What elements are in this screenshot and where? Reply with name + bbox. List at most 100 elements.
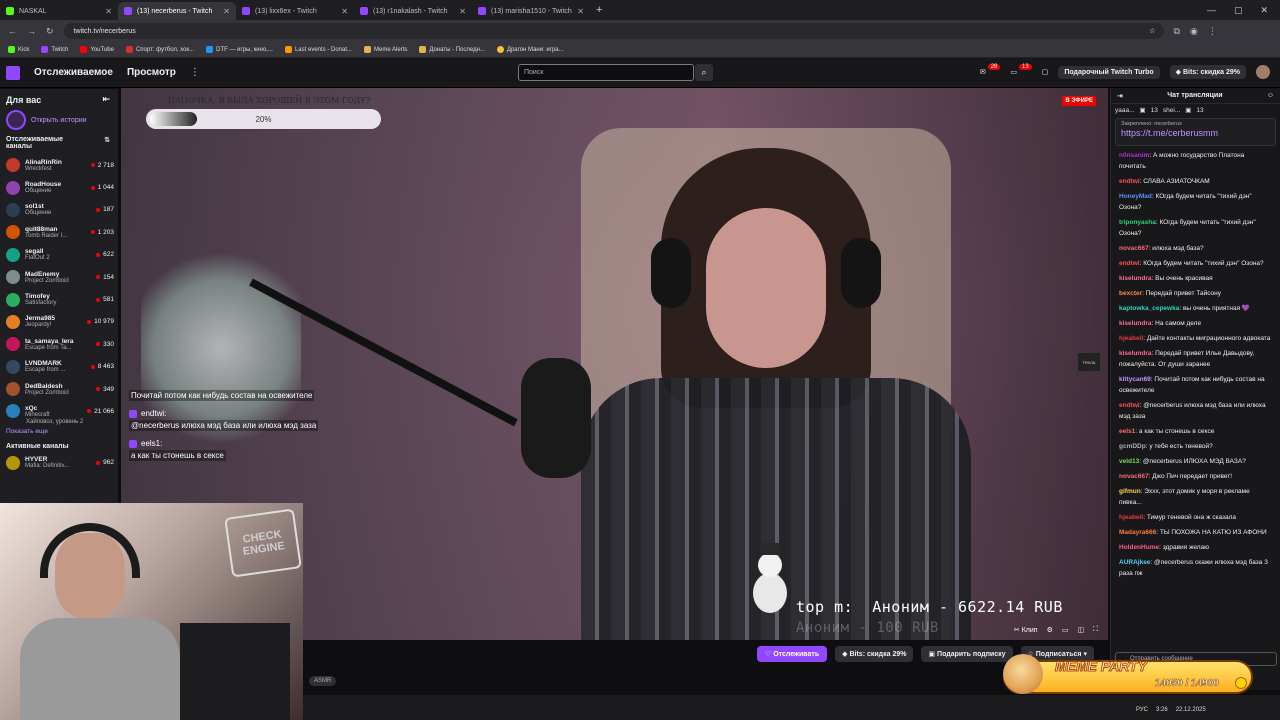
chat-username[interactable]: n0nsanim <box>1119 152 1149 159</box>
minimize-icon[interactable]: — <box>1207 5 1216 16</box>
pinned-message[interactable]: Закреплено: necerberus https://t.me/cerb… <box>1115 118 1276 146</box>
clip-button[interactable]: ✂ Клип <box>1014 626 1038 634</box>
chat-username[interactable]: kiselundra <box>1119 350 1152 357</box>
sidebar-channel[interactable]: HYVER Mafia: Definitiv... 962 <box>0 452 118 474</box>
bookmark-item[interactable]: Донаты - Последн... <box>419 46 485 53</box>
whispers-icon[interactable]: ▢ <box>1042 68 1049 76</box>
nav-following[interactable]: Отслеживаемое <box>34 67 113 78</box>
chat-username[interactable]: bexcter <box>1119 290 1142 297</box>
forward-icon[interactable]: → <box>27 26 36 36</box>
close-icon[interactable]: ✕ <box>459 7 466 16</box>
pinned-link[interactable]: https://t.me/cerberusmm <box>1121 128 1270 138</box>
chat-username[interactable]: Madayra666 <box>1119 529 1156 536</box>
browser-tab[interactable]: (13) r1nakalash - Twitch ✕ <box>354 2 472 20</box>
chat-username[interactable]: novac667 <box>1119 245 1149 252</box>
close-window-icon[interactable]: ✕ <box>1260 5 1268 16</box>
chat-username[interactable]: hjeabeil <box>1119 335 1143 342</box>
chat-text: : Вы очень красивая <box>1151 275 1213 282</box>
gift-sub-button[interactable]: ▣ Подарить подписку <box>921 646 1013 662</box>
chat-username[interactable]: kiselundra <box>1119 275 1152 282</box>
sort-icon[interactable]: ⇅ <box>104 136 110 150</box>
show-more-link[interactable]: Показать еще <box>0 425 118 441</box>
chat-username[interactable]: AURAjkee <box>1119 559 1150 566</box>
theatre-mode-icon[interactable]: ▭ <box>1062 626 1069 634</box>
extensions-icon[interactable]: ⧉ <box>1174 26 1180 37</box>
stories-button[interactable]: Открыть истории <box>0 108 118 132</box>
bookmark-item[interactable]: Драгон Мани: игра... <box>496 46 564 53</box>
settings-gear-icon[interactable]: ⚙ <box>1047 626 1053 634</box>
collapse-sidebar-icon[interactable]: ⇤ <box>102 94 110 105</box>
chat-username[interactable]: novac667 <box>1119 473 1149 480</box>
collapse-chat-icon[interactable]: ⇥ <box>1117 92 1123 100</box>
notifications-icon[interactable]: ▭ <box>1010 68 1017 76</box>
menu-icon[interactable]: ⋮ <box>1208 26 1217 37</box>
search-input[interactable]: Поиск <box>518 64 694 81</box>
chat-username[interactable]: endtwi <box>1119 402 1140 409</box>
url-field[interactable]: twitch.tv/necerberus ☆ <box>63 23 1164 39</box>
bits-sale-button[interactable]: ◆ Bits: скидка 29% <box>835 646 914 662</box>
sidebar-channel[interactable]: Jerma985 Jeopardy! 10 979 <box>0 311 118 333</box>
inbox-icon[interactable]: ✉ <box>980 68 986 76</box>
chat-username[interactable]: HoldenHume <box>1119 544 1159 551</box>
chat-username[interactable]: HoneyMad <box>1119 193 1152 200</box>
gift-turbo-button[interactable]: Подарочный Twitch Turbo <box>1058 65 1160 79</box>
chat-username[interactable]: eels1 <box>1119 428 1135 435</box>
bookmark-item[interactable]: Спорт: футбол, хок... <box>125 46 194 53</box>
chat-username[interactable]: kaptowka_cepewka <box>1119 305 1179 312</box>
clock-time: 3:26 <box>1156 707 1168 713</box>
search-icon[interactable]: ⌕ <box>695 64 713 81</box>
nav-browse[interactable]: Просмотр <box>127 67 176 78</box>
sidebar-channel[interactable]: segall FlatOut 2 622 <box>0 244 118 266</box>
popout-icon[interactable]: ◫ <box>1077 626 1084 634</box>
browser-tab[interactable]: (13) lixx6ex - Twitch ✕ <box>236 2 354 20</box>
chat-username[interactable]: gifmun <box>1119 488 1141 495</box>
sidebar-channel[interactable]: Timofey Satisfactory 581 <box>0 288 118 310</box>
close-icon[interactable]: ✕ <box>105 7 112 16</box>
bookmark-item[interactable]: Kick <box>8 46 29 53</box>
sidebar-channel[interactable]: LVNDMARK Escape from ... 8 463 <box>0 356 118 378</box>
new-tab-button[interactable]: + <box>590 4 608 16</box>
profile-icon[interactable]: ◉ <box>1190 26 1198 37</box>
stream-tag[interactable]: ASMR <box>309 676 337 686</box>
bookmark-item[interactable]: Meme Alerts <box>364 46 407 53</box>
close-icon[interactable]: ✕ <box>577 7 584 16</box>
chat-username[interactable]: veld13 <box>1119 458 1139 465</box>
bits-button[interactable]: ◆ Bits: скидка 29% <box>1169 65 1246 79</box>
bookmark-item[interactable]: Twitch <box>41 46 68 53</box>
chat-username[interactable]: endtwi <box>1119 178 1140 185</box>
back-icon[interactable]: ← <box>8 26 17 36</box>
browser-tab[interactable]: (13) marisha1510 - Twitch ✕ <box>472 2 590 20</box>
browser-tab[interactable]: (13) necerberus - Twitch ✕ <box>118 2 236 20</box>
twitch-logo-icon[interactable] <box>6 65 20 80</box>
sidebar-channel[interactable]: quit88man Tomb Raider I... 1 203 <box>0 221 118 243</box>
chat-username[interactable]: kiselundra <box>1119 320 1152 327</box>
fullscreen-icon[interactable]: ⛶ <box>1093 626 1098 634</box>
chat-username[interactable]: kittycan69 <box>1119 376 1151 383</box>
sidebar-channel[interactable]: ta_samaya_lera Escape from Ta... 330 <box>0 333 118 355</box>
bookmark-item[interactable]: YouTube <box>80 46 114 53</box>
bookmark-item[interactable]: DTF — игры, кино,... <box>206 46 273 53</box>
close-icon[interactable]: ✕ <box>223 7 230 16</box>
chat-username[interactable]: hjeabeil <box>1119 514 1143 521</box>
microphone <box>521 358 591 478</box>
close-icon[interactable]: ✕ <box>341 7 348 16</box>
chat-username[interactable]: triponyasha <box>1119 219 1156 226</box>
chat-users-icon[interactable]: ☺ <box>1267 92 1274 99</box>
sidebar-channel[interactable]: DedBaldesh Project Zomboid 349 <box>0 378 118 400</box>
sidebar-channel[interactable]: RoadHouse Общение 1 044 <box>0 176 118 198</box>
chat-username[interactable]: endtwi <box>1119 260 1140 267</box>
browser-tab[interactable]: NASKAL ✕ <box>0 2 118 20</box>
more-icon[interactable]: ⋮ <box>190 67 200 78</box>
maximize-icon[interactable]: ▢ <box>1234 5 1243 16</box>
bookmark-star-icon[interactable]: ☆ <box>1149 27 1163 35</box>
sidebar-channel[interactable]: MadEnemy Project Zomboid 154 <box>0 266 118 288</box>
reload-icon[interactable]: ↻ <box>46 26 54 37</box>
sidebar-channel[interactable]: AlinaRinRin Wreckfest 2 718 <box>0 154 118 176</box>
channel-name: sol1st <box>25 203 44 211</box>
user-avatar[interactable] <box>1256 65 1270 79</box>
follow-button[interactable]: ♡ Отслеживать <box>756 646 828 662</box>
sidebar-channel[interactable]: sol1st Общение 187 <box>0 199 118 221</box>
lang-indicator[interactable]: РУС <box>1136 707 1148 713</box>
bookmark-item[interactable]: Last events - Donat... <box>284 46 352 53</box>
chat-username[interactable]: gcmDDp <box>1119 443 1146 450</box>
